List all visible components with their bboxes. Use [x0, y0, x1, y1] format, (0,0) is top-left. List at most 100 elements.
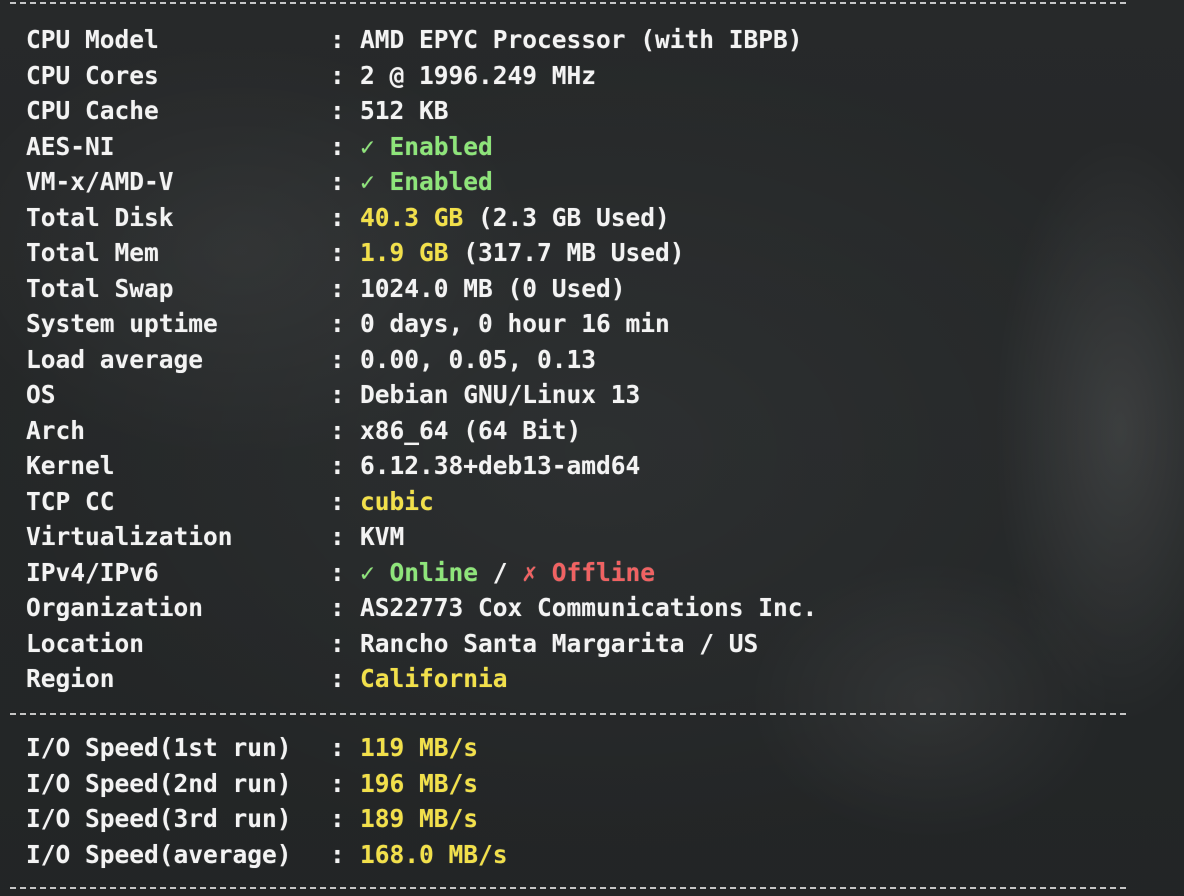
io-row-value: 196 MB/s: [360, 766, 478, 802]
info-row-value-part: 6.12.38+deb13-amd64: [360, 451, 641, 480]
info-row-value-part: 40.3 GB: [360, 202, 464, 232]
info-row-label: CPU Cache: [26, 96, 159, 125]
info-row-separator: :: [330, 628, 345, 658]
info-row-value: 6.12.38+deb13-amd64: [360, 448, 640, 484]
info-row-value: ✓ Online / ✗ Offline: [360, 555, 655, 591]
info-row-value-part: ✓ Enabled: [360, 131, 493, 161]
info-row-separator: :: [330, 486, 345, 516]
info-row-separator: :: [330, 415, 345, 445]
io-row-value: 189 MB/s: [360, 801, 478, 837]
info-row-value: 1.9 GB (317.7 MB Used): [360, 235, 685, 271]
info-row-label: TCP CC: [26, 486, 115, 516]
info-row-value-part: AMD EPYC Processor (with IBPB): [360, 25, 803, 54]
info-row-separator: :: [330, 238, 345, 267]
info-row-value: 2 @ 1996.249 MHz: [360, 58, 596, 94]
info-row-label: IPv4/IPv6: [26, 557, 159, 587]
info-row-value-part: (317.7 MB Used): [448, 238, 685, 267]
info-row-value-part: ✓ Enabled: [360, 167, 493, 196]
info-row-value-part: KVM: [360, 522, 405, 551]
io-row-value-part: 119 MB/s: [360, 733, 479, 762]
info-row-value: 0.00, 0.05, 0.13: [360, 342, 596, 378]
info-row-value: 512 KB: [360, 93, 449, 129]
bottom-divider: [10, 887, 1126, 889]
info-row-separator: :: [330, 131, 345, 161]
io-row-label: I/O Speed(average): [26, 839, 292, 869]
info-row-value-part: Rancho Santa Margarita / US: [360, 628, 759, 658]
info-row-value: 0 days, 0 hour 16 min: [360, 306, 670, 342]
info-row-label: Arch: [26, 415, 86, 445]
info-row-separator: :: [330, 96, 345, 125]
info-row-label: AES-NI: [26, 131, 115, 161]
info-row-value-part: cubic: [360, 486, 434, 516]
info-row-value-part: 2 @ 1996.249 MHz: [360, 60, 597, 90]
top-divider: [10, 2, 1126, 4]
info-row-value-part: 0.00, 0.05, 0.13: [360, 344, 597, 374]
info-row-value-part: /: [478, 557, 523, 587]
info-row-label: CPU Model: [26, 25, 159, 54]
info-row-value-part: Debian GNU/Linux 13: [360, 380, 641, 409]
io-row-value: 168.0 MB/s: [360, 837, 508, 873]
io-row-separator: :: [330, 839, 345, 869]
info-row-value: Rancho Santa Margarita / US: [360, 626, 758, 662]
info-row-value-part: California: [360, 664, 508, 693]
info-row-separator: :: [330, 25, 345, 54]
info-row-separator: :: [330, 167, 345, 196]
info-row-value: ✓ Enabled: [360, 129, 493, 165]
io-row-value-part: 189 MB/s: [360, 804, 479, 833]
info-row-label: Region: [26, 664, 115, 693]
io-row-separator: :: [330, 768, 345, 798]
info-row-label: Organization: [26, 593, 204, 622]
info-row-label: System uptime: [26, 309, 218, 338]
info-row-value: 40.3 GB (2.3 GB Used): [360, 200, 670, 236]
info-row-value-part: 1.9 GB: [360, 238, 449, 267]
info-row-separator: :: [330, 557, 345, 587]
info-row-value: 1024.0 MB (0 Used): [360, 271, 626, 307]
info-row-value-part: 1024.0 MB (0 Used): [360, 273, 626, 303]
info-row-separator: :: [330, 593, 345, 622]
info-row-value-part: 512 KB: [360, 96, 449, 125]
io-row-value-part: 196 MB/s: [360, 768, 479, 798]
info-row-label: CPU Cores: [26, 60, 159, 90]
info-row-value: AMD EPYC Processor (with IBPB): [360, 22, 803, 58]
info-row-label: OS: [26, 380, 56, 409]
info-row-separator: :: [330, 309, 345, 338]
info-row-separator: :: [330, 60, 345, 90]
info-row-value: KVM: [360, 519, 404, 555]
info-row-label: Total Swap: [26, 273, 174, 303]
terminal-output: CPU Model: AMD EPYC Processor (with IBPB)…: [0, 0, 1184, 896]
info-row-separator: :: [330, 451, 345, 480]
info-row-label: Virtualization: [26, 522, 233, 551]
io-row-separator: :: [330, 733, 345, 762]
info-row-value-part: 0 days, 0 hour 16 min: [360, 309, 670, 338]
io-row-separator: :: [330, 804, 345, 833]
info-row-value: California: [360, 661, 508, 697]
info-row-value-part: ✓ Online: [360, 557, 479, 587]
info-row-separator: :: [330, 202, 345, 232]
info-row-separator: :: [330, 380, 345, 409]
info-row-value-part: x86_64 (64 Bit): [360, 415, 582, 445]
info-row-separator: :: [330, 522, 345, 551]
info-row-separator: :: [330, 664, 345, 693]
info-row-value: Debian GNU/Linux 13: [360, 377, 640, 413]
io-row-value-part: 168.0 MB/s: [360, 839, 508, 869]
info-row-value-part: ✗ Offline: [522, 557, 656, 587]
info-row-label: Kernel: [26, 451, 115, 480]
io-row-value: 119 MB/s: [360, 730, 478, 766]
info-row-value: x86_64 (64 Bit): [360, 413, 581, 449]
info-row-value: AS22773 Cox Communications Inc.: [360, 590, 817, 626]
info-row-separator: :: [330, 344, 345, 374]
info-row-label: Location: [26, 628, 145, 658]
info-row-label: Total Disk: [26, 202, 174, 232]
info-row-value-part: (2.3 GB Used): [463, 202, 670, 232]
info-row-label: Load average: [26, 344, 204, 374]
info-row-label: VM-x/AMD-V: [26, 167, 174, 196]
middle-divider: [10, 713, 1126, 715]
io-row-label: I/O Speed(1st run): [26, 733, 292, 762]
io-row-label: I/O Speed(2nd run): [26, 768, 292, 798]
info-row-label: Total Mem: [26, 238, 159, 267]
info-row-separator: :: [330, 273, 345, 303]
info-row-value: cubic: [360, 484, 434, 520]
info-row-value: ✓ Enabled: [360, 164, 493, 200]
info-row-value-part: AS22773 Cox Communications Inc.: [360, 593, 818, 622]
io-row-label: I/O Speed(3rd run): [26, 804, 292, 833]
